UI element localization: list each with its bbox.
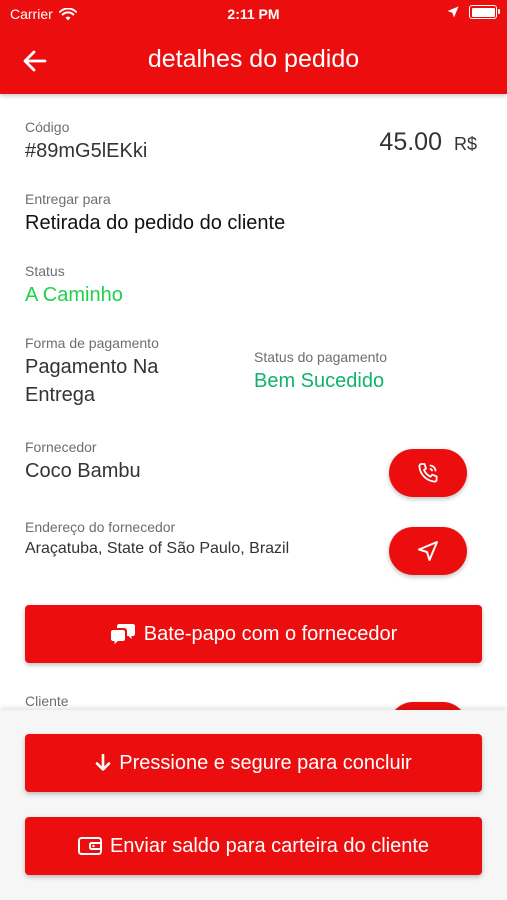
navigation-icon bbox=[418, 541, 438, 561]
payment-status-label: Status do pagamento bbox=[254, 349, 388, 365]
complete-order-button[interactable]: Pressione e segure para concluir bbox=[25, 734, 482, 792]
status-bar: Carrier 2:11 PM bbox=[0, 0, 507, 28]
deliver-value: Retirada do pedido do cliente bbox=[25, 212, 286, 234]
order-details[interactable]: Código #89mG5lEKki 45.00 R$ Entregar par… bbox=[0, 94, 507, 710]
deliver-label: Entregar para bbox=[25, 191, 111, 207]
chat-button-label: Bate-papo com o fornecedor bbox=[143, 622, 398, 645]
currency-label: R$ bbox=[453, 134, 477, 154]
order-code: #89mG5lEKki bbox=[25, 140, 148, 162]
payment-method-line2: Entrega bbox=[25, 384, 96, 406]
client-label: Cliente bbox=[25, 693, 69, 709]
payment-status-value: Bem Sucedido bbox=[254, 370, 385, 392]
status-label: Status bbox=[25, 263, 65, 279]
battery-icon bbox=[469, 5, 500, 19]
code-label: Código bbox=[25, 119, 70, 135]
arrow-down-icon bbox=[95, 754, 111, 771]
supplier-label: Fornecedor bbox=[25, 439, 97, 455]
send-wallet-label: Enviar saldo para carteira do cliente bbox=[109, 834, 430, 857]
complete-order-label: Pressione e segure para concluir bbox=[119, 751, 412, 774]
supplier-address-label: Endereço do fornecedor bbox=[25, 519, 176, 535]
page-title: detalhes do pedido bbox=[147, 45, 360, 73]
supplier-address: Araçatuba, State of São Paulo, Brazil bbox=[25, 540, 290, 557]
bottom-actions: Pressione e segure para concluir Enviar … bbox=[0, 710, 507, 900]
order-amount: 45.00 bbox=[379, 128, 442, 156]
chat-icon bbox=[110, 624, 135, 644]
supplier-name: Coco Bambu bbox=[25, 460, 141, 482]
payment-method-label: Forma de pagamento bbox=[25, 335, 159, 351]
wallet-icon bbox=[77, 837, 102, 855]
location-arrow-icon bbox=[447, 6, 459, 18]
clock: 2:11 PM bbox=[227, 6, 280, 22]
header-bar: detalhes do pedido bbox=[0, 28, 507, 94]
call-supplier-button[interactable] bbox=[389, 449, 467, 497]
phone-icon bbox=[418, 463, 438, 483]
call-client-button[interactable] bbox=[389, 702, 467, 710]
send-wallet-button[interactable]: Enviar saldo para carteira do cliente bbox=[25, 817, 482, 875]
payment-method-line1: Pagamento Na bbox=[25, 356, 159, 378]
status-right bbox=[447, 5, 500, 19]
chat-supplier-button[interactable]: Bate-papo com o fornecedor bbox=[25, 605, 482, 663]
order-status: A Caminho bbox=[25, 284, 123, 306]
navigate-supplier-button[interactable] bbox=[389, 527, 467, 575]
order-total: 45.00 R$ bbox=[379, 128, 477, 157]
